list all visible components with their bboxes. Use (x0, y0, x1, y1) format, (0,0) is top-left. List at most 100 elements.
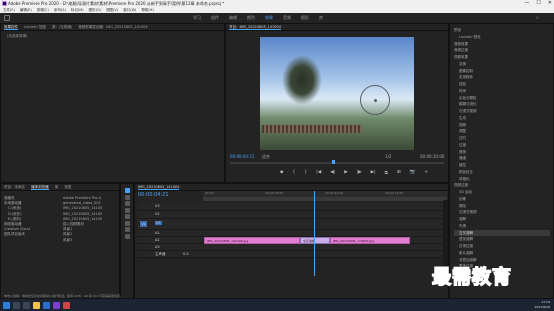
go-to-out-button[interactable]: ▶| (371, 170, 376, 176)
effects-list-item[interactable]: 图像控制 (454, 68, 550, 75)
effects-list-item[interactable]: 预设 (454, 27, 550, 34)
go-to-in-button[interactable]: |◀ (316, 170, 321, 176)
workspace-libraries[interactable]: 库 (319, 13, 323, 23)
effects-list-item[interactable]: 变换 (454, 61, 550, 68)
effects-list-item[interactable]: 擦除 (454, 203, 550, 210)
system-clock[interactable]: 17:24 2021/8/28 (535, 300, 550, 309)
effects-list-item[interactable]: 键控 (454, 162, 550, 169)
maximize-button[interactable]: ☐ (536, 0, 540, 7)
effects-list-item[interactable]: 胶片溶解 (454, 250, 550, 257)
workspace-editing[interactable]: 编辑 (229, 13, 237, 23)
source-patch-v1[interactable]: V1 (140, 221, 147, 227)
effects-list-item[interactable]: 杂色与颗粒 (454, 95, 550, 102)
app-taskbar-icon[interactable] (63, 301, 70, 309)
playhead-marker[interactable] (332, 160, 335, 164)
tab-program[interactable]: 节目：IMG_20210805_141004 (229, 25, 281, 30)
lift-button[interactable]: ⧉ (385, 170, 388, 176)
tab-info[interactable]: 信息 (64, 185, 71, 189)
effects-list-item[interactable]: Lumetri 预设 (454, 34, 550, 41)
workspace-effects[interactable]: 效果 (265, 13, 273, 23)
effects-list-item[interactable]: 颜色校正 (454, 169, 550, 176)
track-label[interactable]: V3 (155, 204, 160, 208)
list-item[interactable]: 风景3 (63, 238, 118, 243)
master-volume[interactable]: 0.0 (183, 252, 189, 256)
search-icon[interactable]: ⌕ (536, 15, 539, 21)
effects-list-item[interactable]: 交叉溶解 (454, 229, 550, 237)
mark-in-button[interactable]: { (292, 170, 295, 176)
type-tool-icon[interactable] (124, 233, 130, 239)
effects-list-item[interactable]: 通道 (454, 155, 550, 162)
tab-source[interactable]: 源：(无剪辑) (52, 25, 72, 29)
clip-video-1[interactable]: IMG_20210805_141004.jpg (204, 237, 300, 244)
effects-list-item[interactable]: 视频效果 (454, 54, 550, 61)
track-label[interactable]: V2 (155, 212, 160, 216)
selection-tool-icon[interactable] (124, 188, 130, 193)
effects-list-item[interactable]: 溶解 (454, 216, 550, 223)
track-label[interactable]: A2 (155, 238, 160, 242)
timeline-timecode[interactable]: 00:00:04:21 (138, 192, 169, 198)
effects-list-item[interactable]: 透视 (454, 149, 550, 156)
extract-button[interactable]: ⊞ (397, 170, 401, 176)
tab-libraries[interactable]: 库 (55, 185, 59, 189)
play-button[interactable]: ▶ (344, 170, 347, 176)
pen-tool-icon[interactable] (124, 220, 130, 226)
work-area-bar[interactable] (203, 197, 447, 201)
premiere-taskbar-icon[interactable] (53, 301, 60, 309)
effects-list-item[interactable]: 模糊与锐化 (454, 101, 550, 108)
clip-video-2[interactable]: IMG_20210805_174807.jpg (330, 237, 410, 244)
tab-media-browser[interactable]: 媒体浏览器 (31, 185, 49, 190)
effects-list-item[interactable]: 生成 (454, 115, 550, 122)
transition-cross-dissolve[interactable]: 交叉溶解 (300, 237, 330, 244)
start-icon[interactable] (3, 301, 10, 309)
workspace-learn[interactable]: 学习 (193, 13, 201, 23)
home-icon[interactable] (4, 15, 10, 21)
effects-list-item[interactable]: 调整 (454, 128, 550, 135)
slip-tool-icon[interactable] (124, 214, 130, 219)
effects-list-item[interactable]: 音频效果 (454, 41, 550, 48)
effects-list-item[interactable]: 风格化 (454, 176, 550, 183)
effects-list-item[interactable]: 划像 (454, 196, 550, 203)
effects-list-item[interactable]: 沉浸式视频 (454, 209, 550, 216)
effects-list-item[interactable]: 时间 (454, 88, 550, 95)
minimize-button[interactable]: — (524, 0, 529, 7)
effects-list-item[interactable]: 实用程序 (454, 74, 550, 81)
tab-sequence[interactable]: IMG_20210805_141004 (138, 185, 180, 190)
tab-audio-mixer[interactable]: 音频剪辑混合器：IMG_20210805_141004 (78, 25, 147, 29)
task-view-icon[interactable] (23, 301, 30, 309)
workspace-audio[interactable]: 音频 (283, 13, 291, 23)
razor-tool-icon[interactable] (124, 207, 130, 213)
effects-list-item[interactable]: 白场过渡 (454, 243, 550, 250)
button-editor[interactable]: + (424, 170, 428, 176)
step-forward-button[interactable]: |▶ (357, 170, 362, 176)
step-back-button[interactable]: ◀| (330, 170, 335, 176)
hand-tool-icon[interactable] (124, 227, 130, 232)
effects-list-item[interactable]: 叠加溶解 (454, 236, 550, 243)
tree-item[interactable]: 团队项目版本 (4, 232, 59, 237)
program-scrubber[interactable] (230, 162, 444, 164)
file-explorer-icon[interactable] (33, 301, 40, 309)
export-frame-button[interactable]: 📷 (410, 170, 416, 176)
track-select-tool-icon[interactable] (124, 194, 130, 200)
track-label[interactable]: A1 (155, 231, 160, 235)
add-marker-button[interactable]: ◆ (280, 170, 283, 176)
track-label[interactable]: 主声道 (155, 252, 166, 257)
effects-list-item[interactable]: 音频过渡 (454, 47, 550, 54)
workspace-color[interactable]: 颜色 (247, 13, 255, 23)
workspace-assembly[interactable]: 组件 (211, 13, 219, 23)
close-button[interactable]: ✕ (548, 0, 552, 7)
effects-list-item[interactable]: 扭曲 (454, 81, 550, 88)
effects-list-item[interactable]: 视频过渡 (454, 182, 550, 189)
tab-project[interactable]: 项目：未命名 (4, 185, 25, 189)
fit-dropdown[interactable]: 适合 (262, 154, 270, 160)
track-label[interactable]: A3 (155, 245, 160, 249)
effects-list-item[interactable]: 过时 (454, 135, 550, 142)
program-timecode[interactable]: 00:00:04:21 (230, 154, 254, 159)
search-taskbar-icon[interactable] (13, 301, 20, 309)
workspace-graphics[interactable]: 图形 (301, 13, 309, 23)
track-label[interactable]: V1 (155, 221, 162, 225)
effects-list-item[interactable]: 3D 运动 (454, 189, 550, 196)
effects-list-item[interactable]: 沉浸式视频 (454, 108, 550, 115)
quality-dropdown[interactable]: 1/2 (385, 154, 391, 159)
ripple-edit-tool-icon[interactable] (124, 201, 130, 206)
edge-icon[interactable] (43, 301, 50, 309)
